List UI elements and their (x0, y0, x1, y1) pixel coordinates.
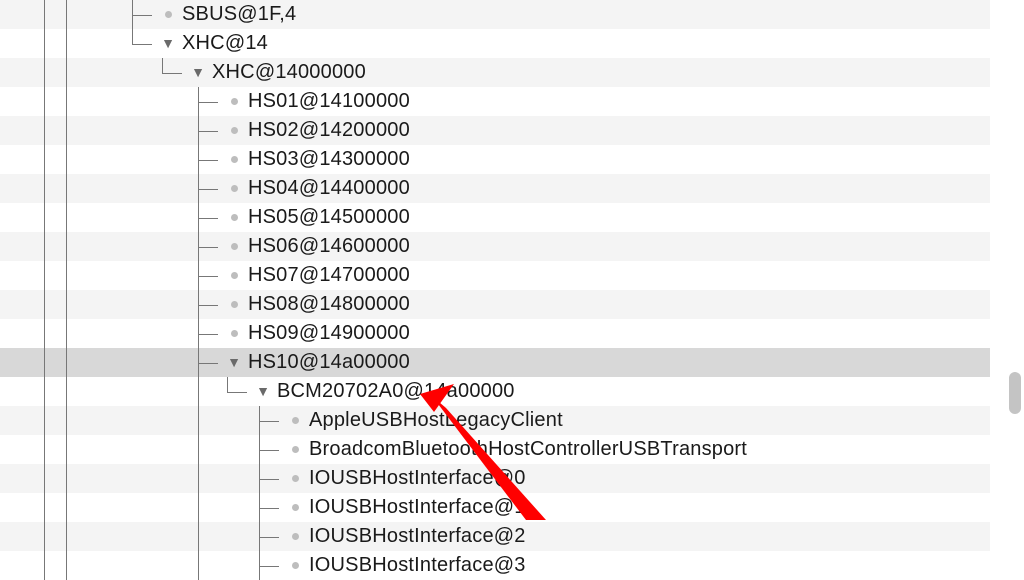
tree-connector (198, 145, 226, 174)
leaf-bullet-icon (287, 435, 303, 464)
tree-row[interactable]: HS08@14800000 (0, 290, 990, 319)
tree-item-label: HS09@14900000 (242, 319, 410, 348)
leaf-bullet-icon (226, 87, 242, 116)
leaf-bullet-icon (287, 406, 303, 435)
tree-row[interactable]: IOUSBHostInterface@2 (0, 522, 990, 551)
leaf-bullet-icon (226, 232, 242, 261)
disclosure-triangle-icon[interactable]: ▼ (226, 348, 242, 378)
tree-row[interactable]: ▼XHC@14000000 (0, 58, 990, 87)
tree-connector (162, 58, 190, 87)
tree-item-label: IOUSBHostInterface@1 (303, 493, 526, 522)
tree-item-label: HS04@14400000 (242, 174, 410, 203)
tree-row[interactable]: IOUSBHostInterface@0 (0, 464, 990, 493)
tree-item-label: BroadcomBluetoothHostControllerUSBTransp… (303, 435, 747, 464)
tree-item-label: IOUSBHostInterface@2 (303, 522, 526, 551)
tree-item-label: SBUS@1F,4 (176, 0, 296, 29)
tree-item-label: HS08@14800000 (242, 290, 410, 319)
tree-item-label: AppleUSBHostLegacyClient (303, 406, 563, 435)
disclosure-triangle-icon[interactable]: ▼ (190, 58, 206, 88)
leaf-bullet-icon (226, 203, 242, 232)
tree-row[interactable]: SBUS@1F,4 (0, 0, 990, 29)
tree-row[interactable]: ▼XHC@14 (0, 29, 990, 58)
tree-item-label: XHC@14 (176, 29, 268, 58)
leaf-bullet-icon (287, 493, 303, 522)
leaf-bullet-icon (226, 174, 242, 203)
tree-connector (259, 522, 287, 551)
tree-row[interactable]: HS02@14200000 (0, 116, 990, 145)
tree-connector (198, 203, 226, 232)
tree-connector (198, 174, 226, 203)
tree-connector (132, 0, 160, 29)
tree-connector (198, 290, 226, 319)
scrollbar-thumb[interactable] (1009, 372, 1021, 414)
leaf-bullet-icon (287, 522, 303, 551)
tree-row[interactable]: HS07@14700000 (0, 261, 990, 290)
tree-item-label: HS10@14a00000 (242, 348, 410, 377)
tree-connector (259, 493, 287, 522)
tree-item-label: HS02@14200000 (242, 116, 410, 145)
tree-connector (198, 87, 226, 116)
tree-item-label: HS07@14700000 (242, 261, 410, 290)
tree-connector (198, 116, 226, 145)
tree-item-label: HS05@14500000 (242, 203, 410, 232)
tree-row[interactable]: HS09@14900000 (0, 319, 990, 348)
tree-row[interactable]: BroadcomBluetoothHostControllerUSBTransp… (0, 435, 990, 464)
tree-connector (198, 261, 226, 290)
tree-row[interactable]: HS06@14600000 (0, 232, 990, 261)
tree-connector (227, 377, 255, 406)
tree-row[interactable]: HS01@14100000 (0, 87, 990, 116)
leaf-bullet-icon (287, 464, 303, 493)
tree-connector (259, 406, 287, 435)
tree-row[interactable]: IOUSBHostInterface@1 (0, 493, 990, 522)
leaf-bullet-icon (226, 145, 242, 174)
tree-item-label: HS06@14600000 (242, 232, 410, 261)
tree-row[interactable]: ▼HS10@14a00000 (0, 348, 990, 377)
disclosure-triangle-icon[interactable]: ▼ (160, 29, 176, 59)
tree-connector (198, 232, 226, 261)
tree-connector (132, 29, 160, 58)
tree-connector (259, 464, 287, 493)
tree-row[interactable]: ▼BCM20702A0@14a00000 (0, 377, 990, 406)
disclosure-triangle-icon[interactable]: ▼ (255, 377, 271, 407)
tree-connector (259, 435, 287, 464)
leaf-bullet-icon (226, 319, 242, 348)
tree-row[interactable]: HS04@14400000 (0, 174, 990, 203)
tree-connector (198, 319, 226, 348)
leaf-bullet-icon (226, 290, 242, 319)
tree-row[interactable]: AppleUSBHostLegacyClient (0, 406, 990, 435)
leaf-bullet-icon (160, 0, 176, 29)
leaf-bullet-icon (226, 116, 242, 145)
tree-item-label: IOUSBHostInterface@0 (303, 464, 526, 493)
tree-row[interactable]: HS05@14500000 (0, 203, 990, 232)
leaf-bullet-icon (226, 261, 242, 290)
tree-item-label: BCM20702A0@14a00000 (271, 377, 515, 406)
tree-item-label: HS01@14100000 (242, 87, 410, 116)
tree-item-label: XHC@14000000 (206, 58, 366, 87)
tree-connector (198, 348, 226, 377)
tree-row[interactable]: HS03@14300000 (0, 145, 990, 174)
scrollbar-track[interactable] (1008, 0, 1022, 576)
tree-item-label: HS03@14300000 (242, 145, 410, 174)
